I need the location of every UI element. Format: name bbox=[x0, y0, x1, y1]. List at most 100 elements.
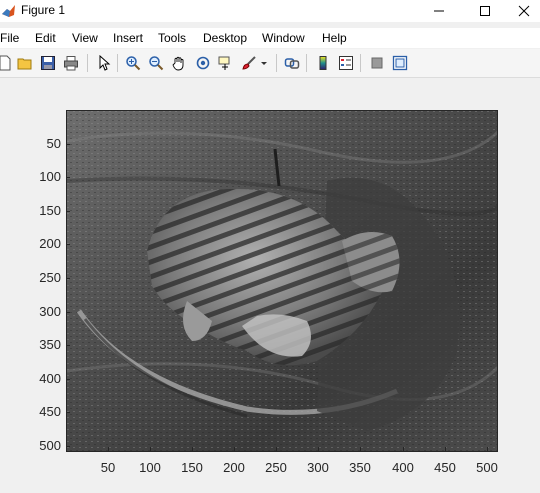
hide-plot-tools-icon bbox=[371, 57, 383, 69]
x-tick-label: 250 bbox=[265, 460, 287, 475]
data-cursor-button[interactable] bbox=[216, 54, 234, 72]
menu-help[interactable]: Help bbox=[322, 31, 347, 45]
y-tick-label: 250 bbox=[39, 270, 61, 285]
link-plot-button[interactable] bbox=[283, 54, 301, 72]
link-plot-icon bbox=[284, 58, 300, 69]
x-tick-mark bbox=[487, 447, 488, 451]
new-figure-icon bbox=[0, 55, 11, 71]
x-tick-label: 200 bbox=[223, 460, 245, 475]
x-tick-mark bbox=[234, 447, 235, 451]
y-tick-mark bbox=[66, 211, 70, 212]
x-tick-mark bbox=[108, 447, 109, 451]
y-tick-mark bbox=[66, 278, 70, 279]
toolbar-separator bbox=[117, 54, 118, 72]
menu-bar: File Edit View Insert Tools Desktop Wind… bbox=[0, 28, 540, 48]
toolbar-separator bbox=[306, 54, 307, 72]
open-file-button[interactable] bbox=[16, 54, 34, 72]
x-tick-mark bbox=[360, 447, 361, 451]
y-tick-label: 350 bbox=[39, 337, 61, 352]
hide-plot-tools-button[interactable] bbox=[368, 54, 386, 72]
y-tick-mark bbox=[66, 244, 70, 245]
title-bar: Figure 1 bbox=[0, 0, 540, 22]
minimize-icon bbox=[434, 10, 444, 12]
rotate-3d-button[interactable] bbox=[194, 54, 212, 72]
window-title: Figure 1 bbox=[21, 3, 66, 17]
y-tick-mark bbox=[66, 144, 70, 145]
toolbar-separator bbox=[87, 54, 88, 72]
save-button[interactable] bbox=[39, 54, 57, 72]
pan-hand-icon bbox=[172, 56, 184, 71]
x-tick-label: 300 bbox=[307, 460, 329, 475]
y-tick-label: 200 bbox=[39, 236, 61, 251]
menu-insert[interactable]: Insert bbox=[113, 31, 143, 45]
x-tick-label: 50 bbox=[100, 460, 116, 475]
toolbar-separator bbox=[360, 54, 361, 72]
y-tick-label: 300 bbox=[39, 304, 61, 319]
matlab-logo-icon bbox=[2, 5, 15, 17]
zoom-in-button[interactable] bbox=[124, 54, 142, 72]
legend-icon bbox=[339, 56, 353, 70]
menu-window[interactable]: Window bbox=[262, 31, 305, 45]
brush-dropdown-icon bbox=[261, 62, 267, 65]
x-tick-label: 500 bbox=[476, 460, 498, 475]
x-tick-mark bbox=[445, 447, 446, 451]
brush-icon bbox=[242, 56, 256, 70]
maximize-button[interactable] bbox=[462, 0, 508, 22]
y-tick-mark bbox=[66, 379, 70, 380]
y-tick-label: 450 bbox=[39, 404, 61, 419]
show-plot-tools-button[interactable] bbox=[391, 54, 409, 72]
x-tick-mark bbox=[403, 447, 404, 451]
x-tick-label: 350 bbox=[349, 460, 371, 475]
open-file-icon bbox=[17, 58, 32, 70]
y-tick-label: 500 bbox=[39, 438, 61, 453]
show-plot-tools-icon bbox=[392, 55, 408, 71]
zoom-out-icon bbox=[149, 56, 164, 71]
y-tick-mark bbox=[66, 312, 70, 313]
x-tick-label: 100 bbox=[139, 460, 161, 475]
colorbar-button[interactable] bbox=[314, 54, 332, 72]
x-tick-label: 150 bbox=[181, 460, 203, 475]
y-tick-mark bbox=[66, 446, 70, 447]
y-tick-mark bbox=[66, 177, 70, 178]
menu-tools[interactable]: Tools bbox=[158, 31, 186, 45]
zoom-in-icon bbox=[126, 56, 141, 71]
menu-edit[interactable]: Edit bbox=[35, 31, 56, 45]
menu-desktop[interactable]: Desktop bbox=[203, 31, 247, 45]
print-icon bbox=[64, 56, 78, 71]
maximize-icon bbox=[480, 6, 490, 16]
brush-dropdown-button[interactable] bbox=[259, 54, 269, 72]
new-figure-button[interactable] bbox=[0, 54, 14, 72]
zoom-out-button[interactable] bbox=[147, 54, 165, 72]
image-display[interactable] bbox=[66, 110, 498, 452]
y-tick-label: 400 bbox=[39, 371, 61, 386]
close-icon bbox=[518, 5, 530, 17]
save-icon bbox=[41, 56, 55, 70]
x-tick-mark bbox=[318, 447, 319, 451]
x-tick-label: 400 bbox=[392, 460, 414, 475]
close-button[interactable] bbox=[508, 0, 540, 22]
y-tick-mark bbox=[66, 412, 70, 413]
y-tick-label: 150 bbox=[39, 203, 61, 218]
colorbar-icon bbox=[319, 56, 327, 70]
figure-toolbar bbox=[0, 49, 540, 78]
pointer-icon bbox=[99, 55, 111, 71]
legend-button[interactable] bbox=[337, 54, 355, 72]
x-tick-mark bbox=[192, 447, 193, 451]
rotate-3d-icon bbox=[196, 56, 210, 70]
x-tick-mark bbox=[276, 447, 277, 451]
grayscale-tiger-image bbox=[67, 111, 497, 451]
print-button[interactable] bbox=[62, 54, 80, 72]
brush-button[interactable] bbox=[240, 54, 258, 72]
x-tick-mark bbox=[150, 447, 151, 451]
y-tick-mark bbox=[66, 345, 70, 346]
minimize-button[interactable] bbox=[416, 0, 462, 22]
x-tick-label: 450 bbox=[434, 460, 456, 475]
edit-plot-button[interactable] bbox=[95, 54, 113, 72]
menu-view[interactable]: View bbox=[72, 31, 98, 45]
y-tick-label: 100 bbox=[39, 169, 61, 184]
y-tick-label: 50 bbox=[46, 136, 61, 151]
toolbar-separator bbox=[276, 54, 277, 72]
data-cursor-icon bbox=[218, 56, 230, 70]
pan-button[interactable] bbox=[170, 54, 188, 72]
menu-file[interactable]: File bbox=[0, 31, 19, 45]
